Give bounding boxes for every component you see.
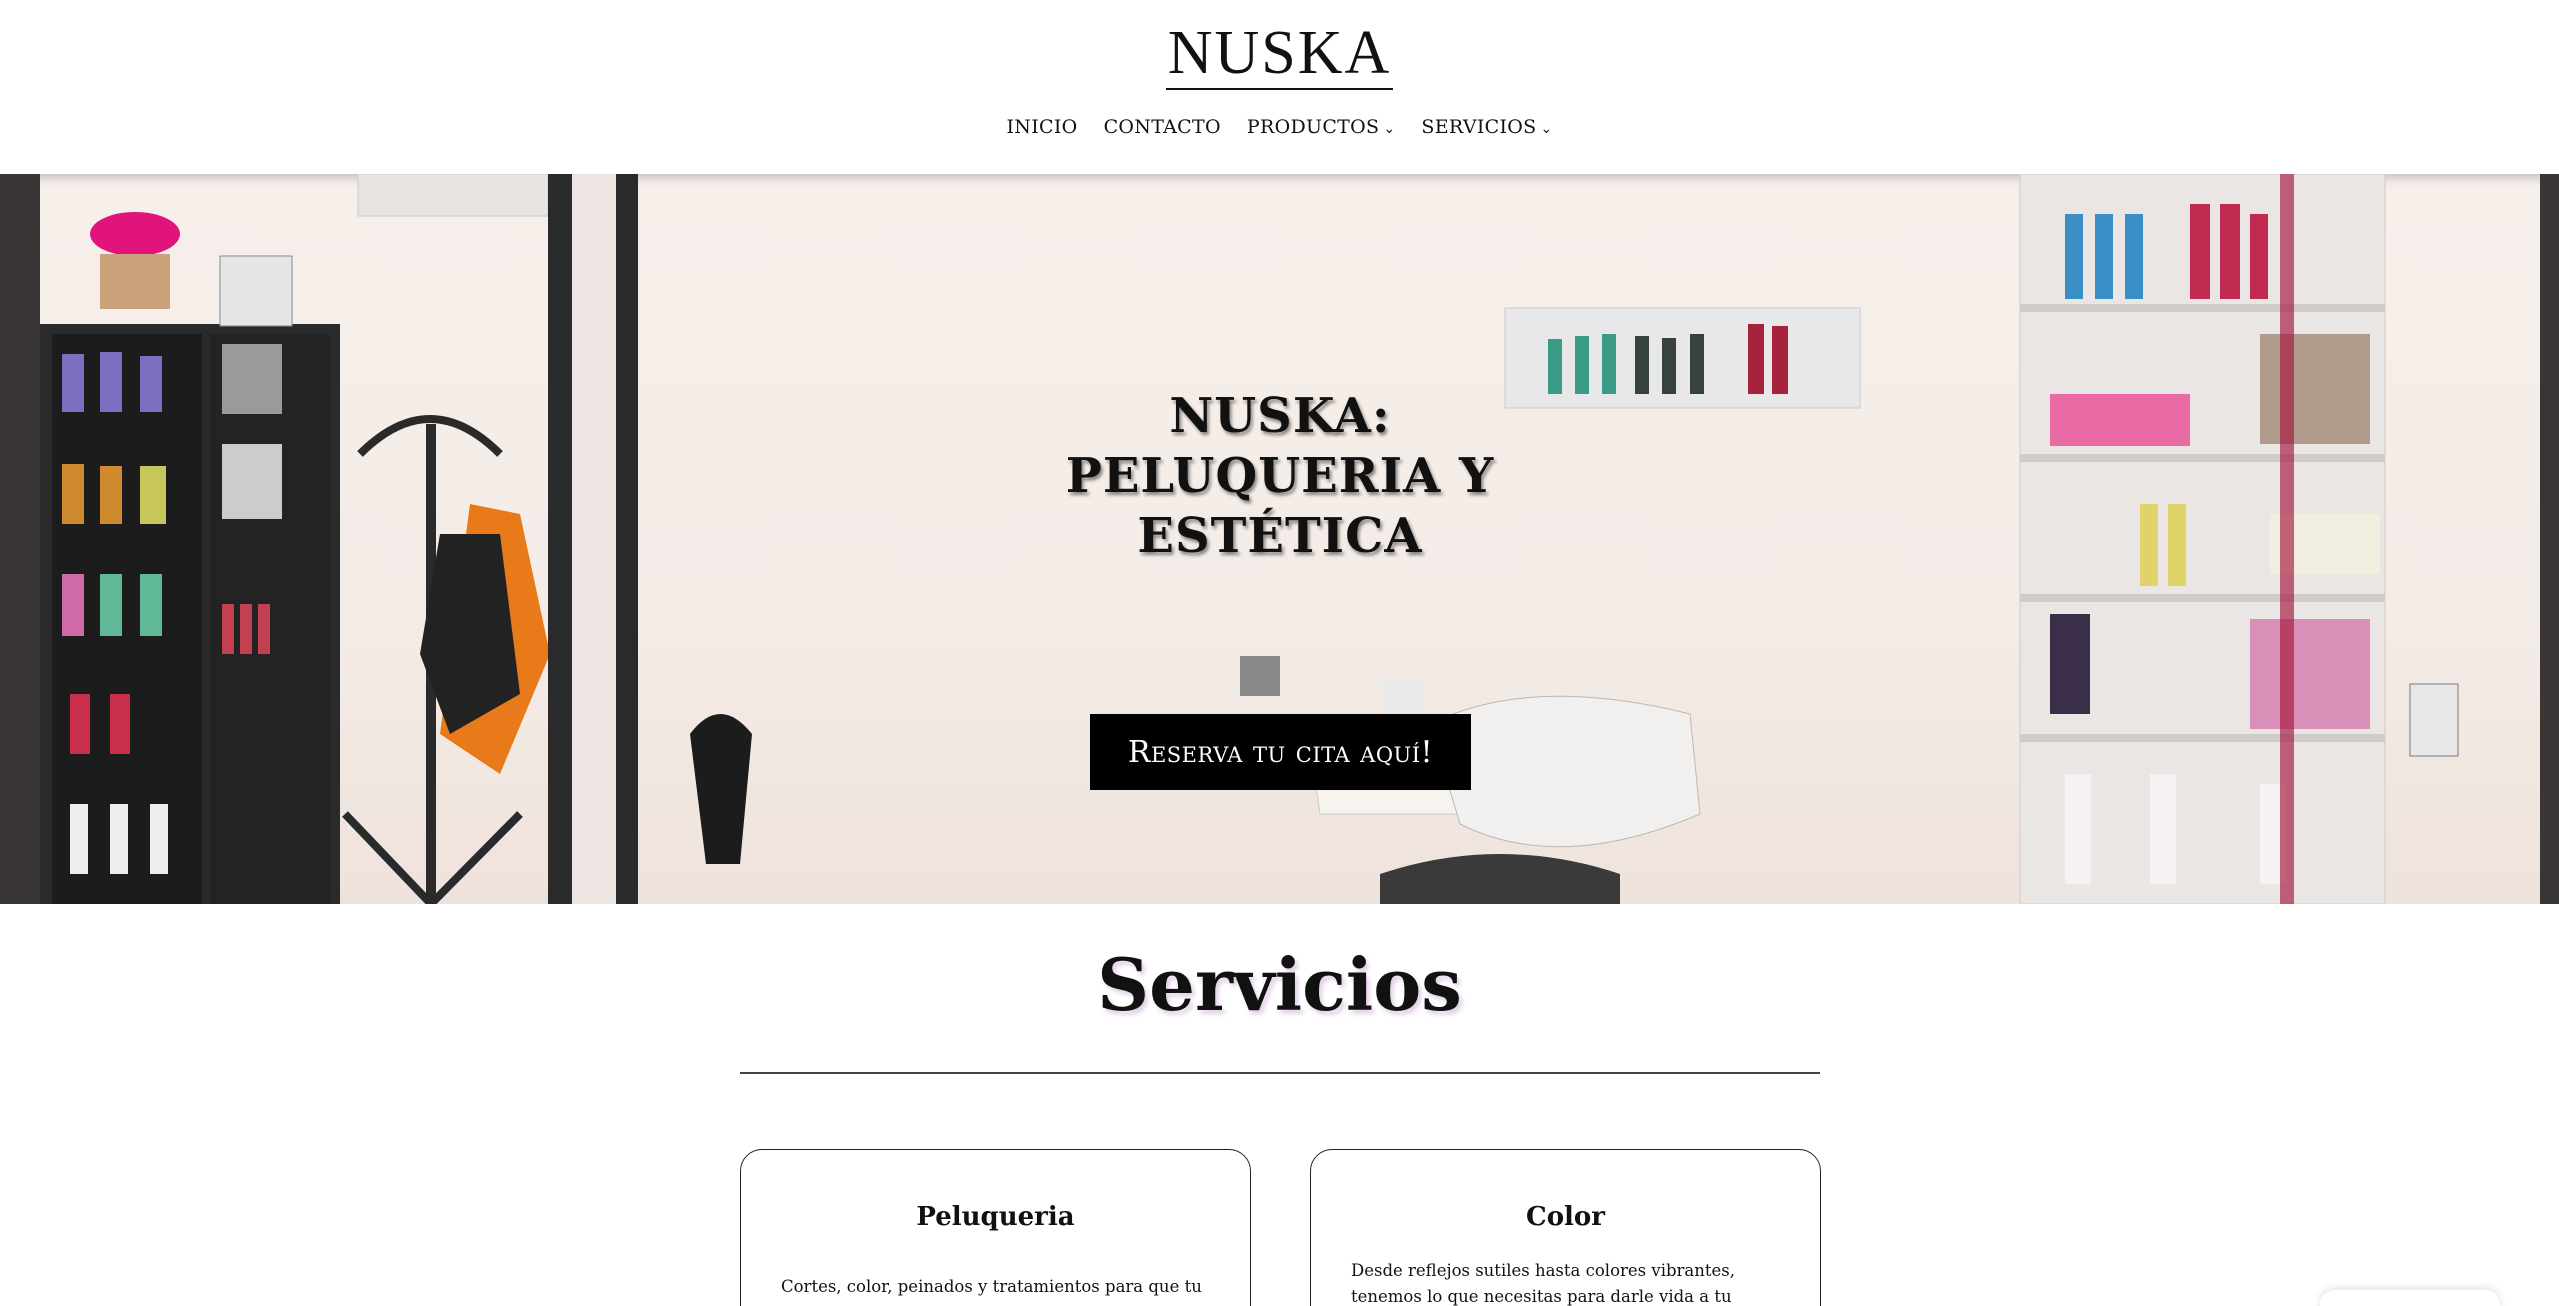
nav-item-label: INICIO <box>1006 116 1078 138</box>
service-card-text: Desde reflejos sutiles hasta colores vib… <box>1351 1261 1735 1306</box>
site-header: NUSKA INICIO CONTACTO PRODUCTOS ⌄ SERVICI… <box>0 0 2559 174</box>
chevron-down-icon: ⌄ <box>1383 121 1396 137</box>
site-logo[interactable]: NUSKA <box>0 22 2559 90</box>
nav-item-contacto[interactable]: CONTACTO <box>1104 116 1221 138</box>
nav-item-label: SERVICIOS <box>1421 116 1537 138</box>
nav-item-servicios[interactable]: SERVICIOS ⌄ <box>1421 116 1552 138</box>
nav-item-productos[interactable]: PRODUCTOS ⌄ <box>1247 116 1395 138</box>
service-card-color[interactable]: Color Desde reflejos sutiles hasta color… <box>1310 1149 1821 1306</box>
services-heading: Servicios <box>1097 942 1462 1027</box>
service-card-peluqueria[interactable]: Peluqueria Cortes, color, peinados y tra… <box>740 1149 1251 1306</box>
chevron-down-icon: ⌄ <box>1540 121 1553 137</box>
service-card-title: Peluqueria <box>916 1202 1075 1232</box>
hero-title: NUSKA: PELUQUERIA Y ESTÉTICA <box>980 386 1580 566</box>
nav-item-label: CONTACTO <box>1103 116 1221 138</box>
hero-title-line-1: NUSKA: PELUQUERIA Y <box>1065 388 1495 504</box>
service-card-text: Cortes, color, peinados y tratamientos p… <box>781 1277 1202 1296</box>
book-appointment-button[interactable]: Reserva tu cita aquí! <box>1090 714 1471 790</box>
hero-title-line-2: ESTÉTICA <box>1137 508 1423 564</box>
section-divider <box>740 1072 1820 1074</box>
service-card-title: Color <box>1526 1202 1605 1232</box>
hero-banner: NUSKA: PELUQUERIA Y ESTÉTICA Reserva tu … <box>0 174 2559 904</box>
main-nav: INICIO CONTACTO PRODUCTOS ⌄ SERVICIOS ⌄ <box>0 116 2559 138</box>
nav-item-inicio[interactable]: INICIO <box>1006 116 1077 138</box>
nav-item-label: PRODUCTOS <box>1246 116 1380 138</box>
chat-widget-tab[interactable] <box>2320 1290 2500 1306</box>
